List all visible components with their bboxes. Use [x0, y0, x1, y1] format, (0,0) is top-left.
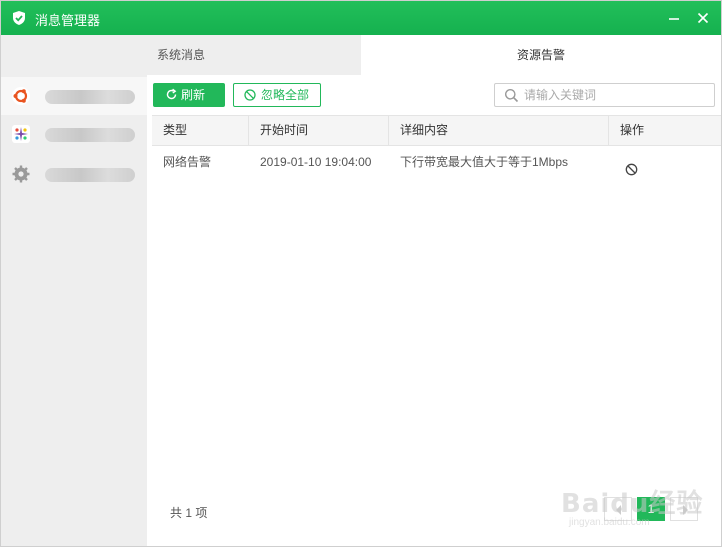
ignore-row-button[interactable]	[625, 156, 638, 176]
ubuntu-icon	[12, 87, 30, 105]
minimize-icon	[669, 18, 679, 20]
watermark-url: jingyan.baidu.com	[569, 517, 650, 528]
search-icon	[505, 89, 519, 103]
tab-bar: 系统消息 资源告警	[1, 35, 721, 75]
total-count: 共 1 项	[170, 506, 208, 520]
tab-system-messages[interactable]: 系统消息	[1, 35, 361, 75]
column-header-detail: 详细内容	[389, 116, 609, 145]
table-header: 类型 开始时间 详细内容 操作	[152, 115, 721, 146]
search-box[interactable]	[494, 83, 715, 107]
ban-icon	[244, 89, 256, 101]
sidebar-item-1[interactable]	[1, 77, 147, 115]
sidebar	[1, 75, 147, 546]
cell-detail: 下行带宽最大值大于等于1Mbps	[400, 155, 569, 169]
refresh-button-label: 刷新	[181, 88, 206, 102]
ignore-all-button[interactable]: 忽略全部	[233, 83, 321, 107]
close-icon	[697, 12, 709, 24]
watermark-text: Baidu经验	[561, 489, 704, 519]
table-row[interactable]: 网络告警 2019-01-10 19:04:00 下行带宽最大值大于等于1Mbp…	[152, 146, 721, 178]
column-header-action: 操作	[620, 123, 645, 137]
sidebar-item-label-blurred	[45, 168, 135, 182]
ban-icon	[625, 163, 638, 176]
baidu-watermark: Baidu经验 jingyan.baidu.com	[557, 483, 717, 533]
shield-check-icon	[13, 11, 25, 25]
message-manager-window: 消息管理器 系统消息 资源告警 刷新 忽略全部 请输入关键词 类型 开始时间 详…	[0, 0, 722, 547]
ignore-all-button-label: 忽略全部	[261, 88, 310, 102]
column-header-type: 类型	[152, 116, 249, 145]
sidebar-item-3[interactable]	[1, 155, 147, 193]
tab-resource-alerts[interactable]: 资源告警	[361, 35, 721, 75]
minimize-button[interactable]	[665, 9, 683, 27]
cell-type: 网络告警	[163, 155, 212, 169]
sidebar-item-label-blurred	[45, 128, 135, 142]
column-header-start-time: 开始时间	[249, 116, 389, 145]
gear-icon	[12, 165, 30, 183]
cell-start-time: 2019-01-10 19:04:00	[260, 155, 372, 169]
window-title: 消息管理器	[35, 13, 101, 28]
refresh-icon	[166, 88, 177, 100]
search-input[interactable]	[524, 87, 709, 103]
title-bar[interactable]: 消息管理器	[1, 1, 721, 35]
sidebar-item-label-blurred	[45, 90, 135, 104]
refresh-button[interactable]: 刷新	[153, 83, 225, 107]
sidebar-item-2[interactable]	[1, 115, 147, 153]
app-colorful-icon	[12, 125, 30, 143]
close-button[interactable]	[694, 9, 712, 27]
